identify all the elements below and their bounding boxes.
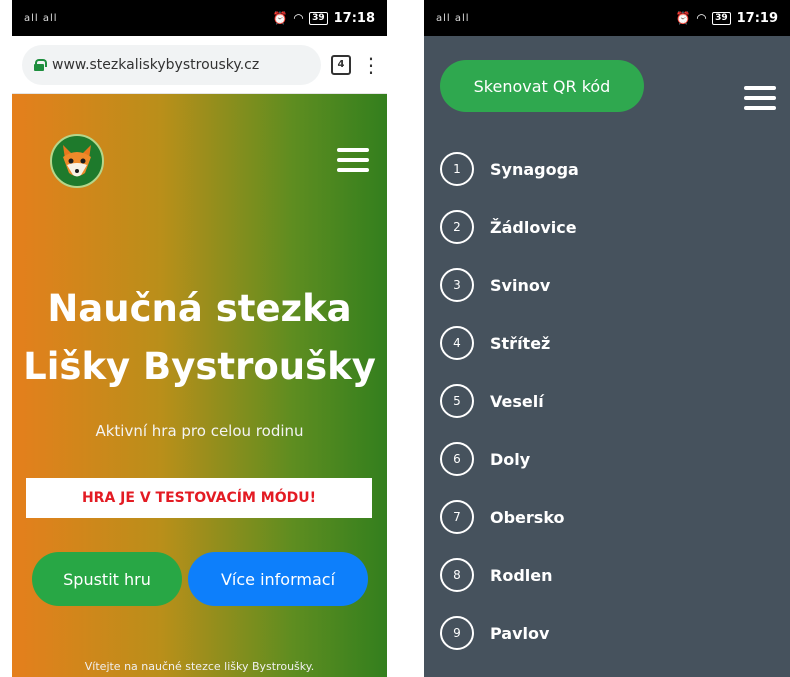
url-text: www.stezkaliskybystrousky.cz	[52, 56, 260, 73]
stop-name: Rodlen	[490, 565, 553, 585]
title-line-1: Naučná stezka	[47, 287, 352, 330]
fox-logo[interactable]	[50, 134, 104, 188]
stop-item[interactable]: 8 Rodlen	[440, 546, 780, 604]
stop-name: Svinov	[490, 275, 551, 295]
stop-name: Žádlovice	[490, 217, 577, 237]
stop-name: Doly	[490, 449, 531, 469]
more-vert-icon[interactable]: ⋮	[361, 55, 381, 75]
stop-item[interactable]: 5 Veselí	[440, 372, 780, 430]
stop-number: 1	[440, 152, 474, 186]
phone-browser-screen: all all ⏰ ◠ 39 17:18 www.stezkaliskybyst…	[12, 0, 387, 677]
stop-number: 3	[440, 268, 474, 302]
stop-number: 4	[440, 326, 474, 360]
address-bar[interactable]: www.stezkaliskybystrousky.cz	[22, 44, 321, 85]
battery-icon: 39	[712, 11, 731, 25]
hero-subtitle: Aktivní hra pro celou rodinu	[95, 422, 304, 440]
hero-section: Naučná stezka Lišky Bystroušky Aktivní h…	[12, 94, 387, 677]
hamburger-menu-icon[interactable]	[744, 86, 776, 110]
alarm-icon: ⏰	[272, 11, 288, 25]
stop-item[interactable]: 9 Pavlov	[440, 604, 780, 662]
status-bar: all all ⏰ ◠ 39 17:19	[424, 0, 790, 36]
stop-number: 2	[440, 210, 474, 244]
stop-item[interactable]: 1 Synagoga	[440, 140, 780, 198]
stops-list: 1 Synagoga 2 Žádlovice 3 Svinov 4 Stříte…	[440, 140, 780, 662]
tab-switcher-button[interactable]: 4	[331, 54, 351, 75]
wifi-icon: ◠	[696, 11, 707, 25]
status-bar: all all ⏰ ◠ 39 17:18	[12, 0, 387, 36]
status-time: 17:19	[736, 10, 778, 26]
title-line-2: Lišky Bystroušky	[23, 345, 376, 388]
stop-name: Střítež	[490, 333, 551, 353]
stop-item[interactable]: 6 Doly	[440, 430, 780, 488]
stop-number: 7	[440, 500, 474, 534]
stop-number: 9	[440, 616, 474, 650]
stop-number: 6	[440, 442, 474, 476]
signal-indicator: all all	[436, 12, 470, 24]
stop-name: Synagoga	[490, 159, 579, 179]
status-right: ⏰ ◠ 39 17:19	[676, 11, 778, 26]
welcome-text: Vítejte na naučné stezce lišky Bystroušk…	[84, 660, 315, 673]
hamburger-menu-icon[interactable]	[337, 148, 369, 172]
phone-menu-screen: all all ⏰ ◠ 39 17:19 Skenovat QR kód 1 S…	[424, 0, 790, 677]
stop-item[interactable]: 4 Střítež	[440, 314, 780, 372]
more-info-button[interactable]: Více informací	[188, 552, 368, 606]
battery-icon: 39	[309, 11, 328, 25]
test-mode-banner: HRA JE V TESTOVACÍM MÓDU!	[26, 478, 372, 518]
stop-item[interactable]: 2 Žádlovice	[440, 198, 780, 256]
page-title: Naučná stezka Lišky Bystroušky	[12, 280, 387, 396]
status-right: ⏰ ◠ 39 17:18	[273, 11, 375, 26]
stop-item[interactable]: 7 Obersko	[440, 488, 780, 546]
status-time: 17:18	[333, 10, 375, 26]
stop-item[interactable]: 3 Svinov	[440, 256, 780, 314]
scan-qr-button[interactable]: Skenovat QR kód	[440, 60, 644, 112]
stop-name: Veselí	[490, 391, 544, 411]
lock-icon	[34, 58, 47, 71]
alarm-icon: ⏰	[675, 11, 691, 25]
start-game-button[interactable]: Spustit hru	[32, 552, 182, 606]
browser-toolbar: www.stezkaliskybystrousky.cz 4 ⋮	[12, 36, 387, 94]
stop-name: Obersko	[490, 507, 565, 527]
stop-name: Pavlov	[490, 623, 550, 643]
stop-number: 5	[440, 384, 474, 418]
wifi-icon: ◠	[293, 11, 304, 25]
signal-indicator: all all	[24, 12, 58, 24]
stop-number: 8	[440, 558, 474, 592]
fox-logo-graphic	[63, 145, 91, 177]
